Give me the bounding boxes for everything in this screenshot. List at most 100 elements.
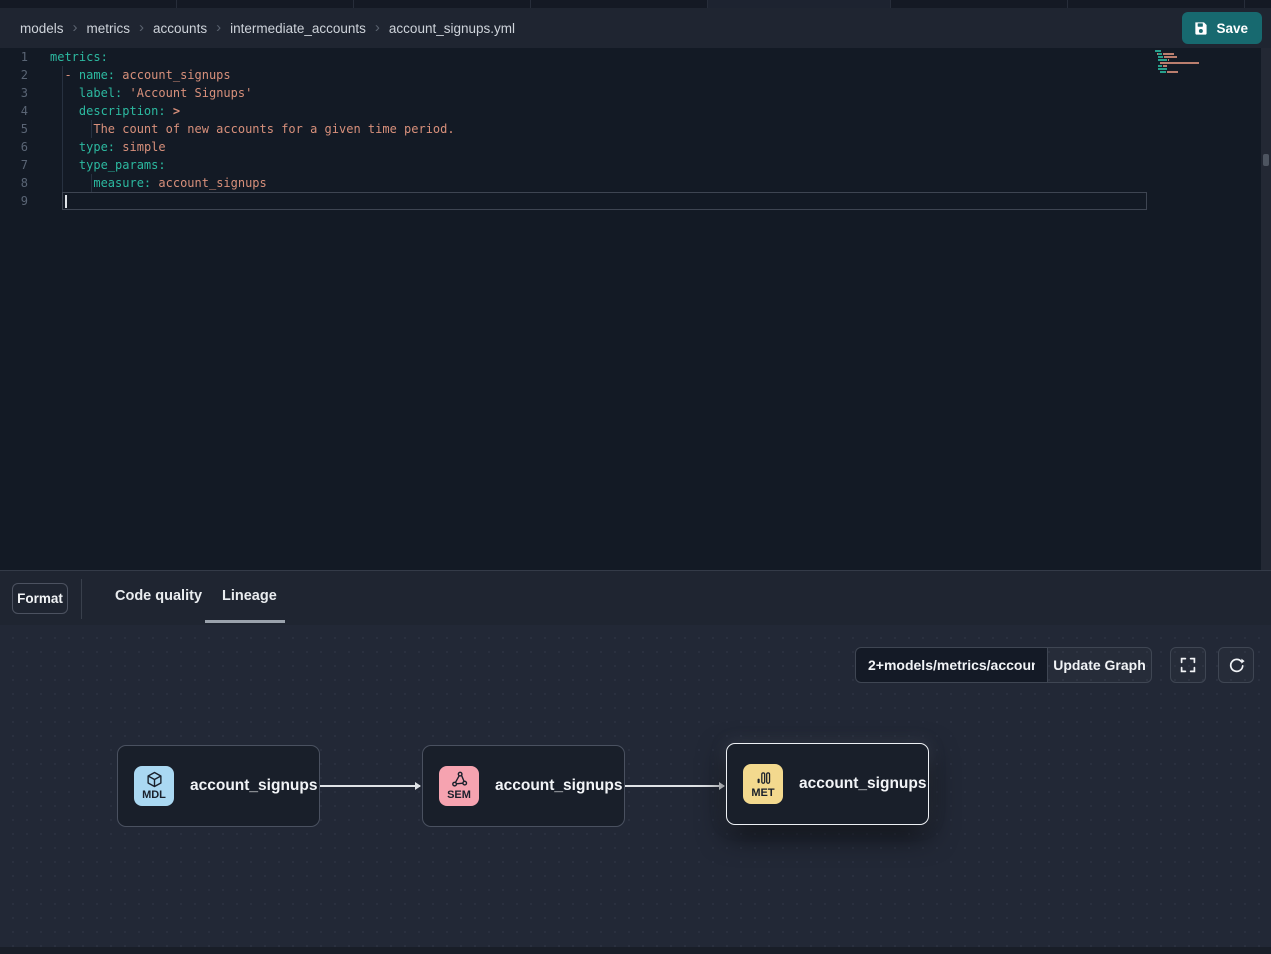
code-text: - name: account_signups	[40, 66, 231, 84]
lineage-edge	[320, 785, 420, 787]
code-line[interactable]: 4 description: >	[0, 102, 1261, 120]
tab-lineage[interactable]: Lineage	[222, 588, 277, 604]
lineage-node-sem[interactable]: SEM account_signups	[422, 745, 625, 827]
editor-scroll-thumb[interactable]	[1263, 154, 1269, 166]
top-tab-segment[interactable]	[177, 0, 354, 8]
breadcrumb-item[interactable]: intermediate_accounts	[230, 21, 366, 36]
node-name-label: account_signups	[190, 777, 317, 795]
indent-guide	[91, 120, 92, 138]
line-number: 8	[0, 174, 40, 192]
lineage-canvas[interactable]: Update Graph MDL account_signups SEM accoun…	[0, 625, 1271, 954]
lineage-node-met[interactable]: MET account_signups	[726, 743, 929, 825]
code-line[interactable]: 6 type: simple	[0, 138, 1261, 156]
save-floppy-icon	[1193, 21, 1208, 36]
line-number: 2	[0, 66, 40, 84]
editor-scrollbar[interactable]	[1261, 48, 1271, 570]
code-text: label: 'Account Signups'	[40, 84, 252, 102]
minimap-line	[1155, 71, 1215, 73]
refresh-icon	[1228, 657, 1245, 674]
node-type-badge: MET	[743, 764, 783, 804]
minimap-line	[1155, 56, 1215, 58]
lineage-selector-group: Update Graph	[855, 647, 1152, 683]
update-graph-button[interactable]: Update Graph	[1047, 647, 1152, 683]
code-line[interactable]: 7 type_params:	[0, 156, 1261, 174]
code-text: description: >	[40, 102, 180, 120]
breadcrumb-separator-icon: ›	[139, 19, 144, 36]
indent-guide	[91, 174, 92, 192]
text-cursor	[65, 195, 67, 208]
node-type-badge: MDL	[134, 766, 174, 806]
cube-icon	[146, 771, 163, 788]
line-number: 1	[0, 48, 40, 66]
fullscreen-button[interactable]	[1170, 647, 1206, 683]
line-number: 5	[0, 120, 40, 138]
top-tab-segment[interactable]	[1068, 0, 1245, 8]
node-type-label: SEM	[447, 790, 471, 801]
bottom-strip	[0, 947, 1271, 954]
node-type-label: MDL	[142, 790, 166, 801]
node-type-badge: SEM	[439, 766, 479, 806]
line-number: 3	[0, 84, 40, 102]
top-tab-segment[interactable]	[354, 0, 531, 8]
code-line[interactable]: 1metrics:	[0, 48, 1261, 66]
model-selector-input[interactable]	[855, 647, 1048, 683]
ide-window: models › metrics › accounts › intermediate_acc…	[0, 0, 1271, 954]
indent-guide	[62, 66, 63, 192]
save-button[interactable]: Save	[1182, 12, 1262, 44]
minimap-line	[1155, 74, 1215, 76]
code-line[interactable]: 3 label: 'Account Signups'	[0, 84, 1261, 102]
code-text: type: simple	[40, 138, 166, 156]
code-text: The count of new accounts for a given ti…	[40, 120, 455, 138]
top-tab-segment[interactable]	[531, 0, 708, 8]
breadcrumb-item[interactable]: account_signups.yml	[389, 21, 515, 36]
code-text: type_params:	[40, 156, 166, 174]
tab-code-quality[interactable]: Code quality	[115, 588, 202, 604]
breadcrumb-item[interactable]: accounts	[153, 21, 207, 36]
node-name-label: account_signups	[495, 777, 622, 795]
format-button[interactable]: Format	[12, 583, 68, 614]
code-line[interactable]: 2 - name: account_signups	[0, 66, 1261, 84]
top-tab-strip	[0, 0, 1271, 8]
panel-divider	[81, 579, 82, 619]
breadcrumb-separator-icon: ›	[73, 19, 78, 36]
minimap-line	[1155, 68, 1215, 70]
top-tab-segment[interactable]	[0, 0, 177, 8]
current-line-highlight	[62, 192, 1147, 210]
line-number: 7	[0, 156, 40, 174]
minimap-line	[1155, 65, 1215, 67]
line-number: 9	[0, 192, 40, 210]
refresh-icon-button[interactable]	[1218, 647, 1254, 683]
node-name-label: account_signups	[799, 775, 926, 793]
breadcrumb-item[interactable]: metrics	[87, 21, 131, 36]
active-tab-underline	[205, 620, 285, 623]
bottom-panel-tabbar: Format Code quality Lineage	[0, 570, 1271, 625]
save-button-label: Save	[1216, 21, 1248, 36]
breadcrumb-separator-icon: ›	[375, 19, 380, 36]
metric-chart-icon	[755, 769, 772, 786]
line-number: 4	[0, 102, 40, 120]
top-tab-segment[interactable]	[891, 0, 1068, 8]
yaml-editor[interactable]: 1metrics:2 - name: account_signups3 labe…	[0, 48, 1271, 570]
code-line[interactable]: 5 The count of new accounts for a given …	[0, 120, 1261, 138]
breadcrumb: models › metrics › accounts › intermediate_acc…	[20, 20, 515, 37]
minimap-line	[1155, 53, 1215, 55]
line-number: 6	[0, 138, 40, 156]
code-lines: 1metrics:2 - name: account_signups3 labe…	[0, 48, 1261, 210]
top-tab-segment	[1245, 0, 1271, 8]
top-tab-segment[interactable]	[708, 0, 891, 8]
semantic-model-icon	[451, 771, 468, 788]
code-text	[40, 192, 50, 210]
code-text: measure: account_signups	[40, 174, 267, 192]
node-type-label: MET	[751, 788, 774, 799]
minimap-line	[1155, 62, 1215, 64]
lineage-edge	[625, 785, 724, 787]
minimap-line	[1155, 50, 1215, 52]
fullscreen-icon	[1180, 657, 1196, 673]
lineage-node-mdl[interactable]: MDL account_signups	[117, 745, 320, 827]
breadcrumb-item[interactable]: models	[20, 21, 64, 36]
code-line[interactable]: 8 measure: account_signups	[0, 174, 1261, 192]
minimap[interactable]	[1155, 50, 1215, 77]
breadcrumb-separator-icon: ›	[216, 19, 221, 36]
minimap-line	[1155, 59, 1215, 61]
breadcrumb-bar: models › metrics › accounts › intermediate_acc…	[0, 8, 1271, 48]
